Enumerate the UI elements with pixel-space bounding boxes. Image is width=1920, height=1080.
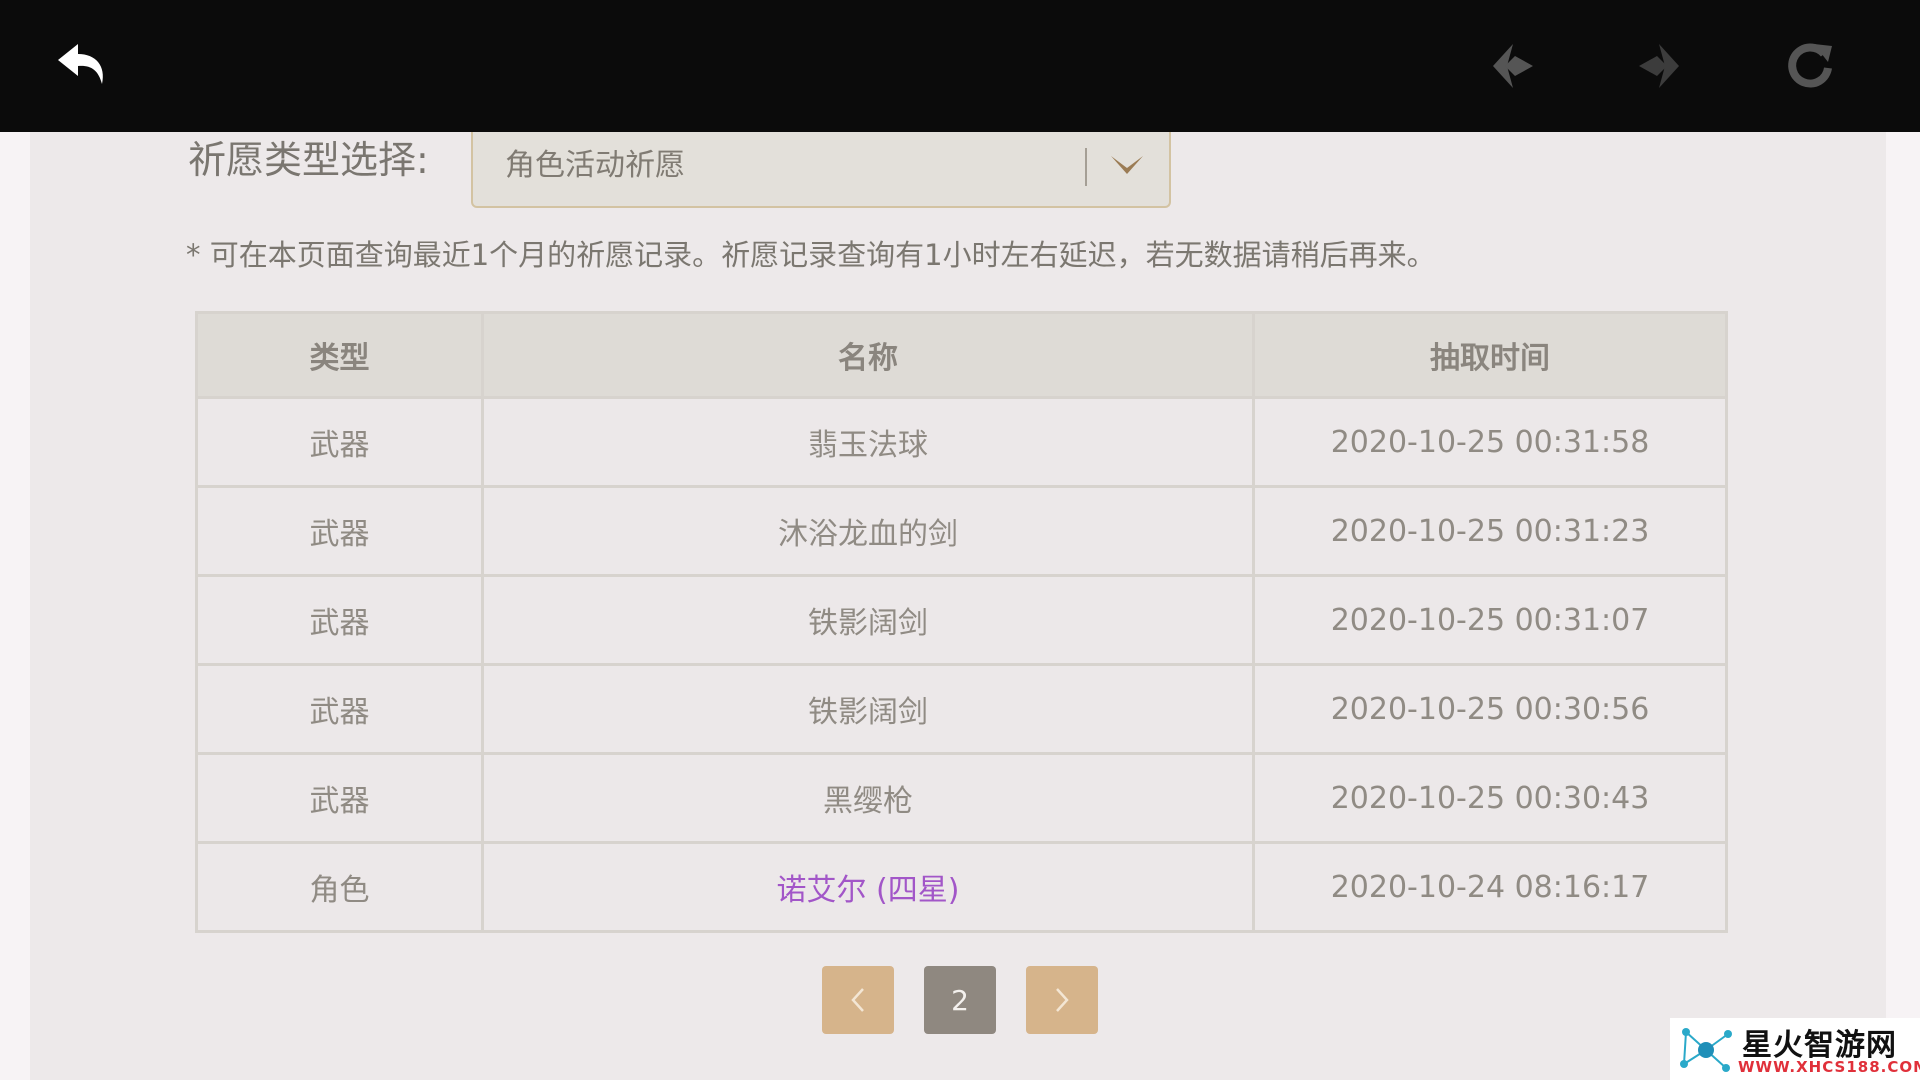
table-row: 武器 黑缨枪 2020-10-25 00:30:43 [195, 752, 1728, 844]
wish-type-selected-value: 角色活动祈愿 [505, 148, 685, 183]
watermark-url: WWW.XHCS188.COM [1738, 1058, 1920, 1076]
wish-type-select[interactable]: 角色活动祈愿 [471, 128, 1171, 208]
table-row: 武器 沐浴龙血的剑 2020-10-25 00:31:23 [195, 485, 1728, 577]
cell-time: 2020-10-25 00:30:43 [1252, 752, 1728, 844]
cell-time: 2020-10-25 00:31:23 [1252, 485, 1728, 577]
back-arrow-icon [58, 44, 103, 84]
wish-history-table: 类型 名称 抽取时间 武器 翡玉法球 2020-10-25 00:31:58 武… [195, 311, 1728, 933]
table-row: 武器 翡玉法球 2020-10-25 00:31:58 [195, 396, 1728, 488]
current-page-indicator: 2 [924, 966, 996, 1034]
cell-type: 武器 [195, 752, 484, 844]
cell-time: 2020-10-25 00:31:07 [1252, 574, 1728, 666]
header-type: 类型 [195, 311, 484, 399]
cell-name: 铁影阔剑 [481, 663, 1255, 755]
cell-type: 武器 [195, 485, 484, 577]
header-name: 名称 [481, 311, 1255, 399]
chevron-down-icon [1111, 156, 1143, 174]
header-time: 抽取时间 [1252, 311, 1728, 399]
table-row: 角色 诺艾尔 (四星) 2020-10-24 08:16:17 [195, 841, 1728, 933]
nav-back-icon [1493, 44, 1533, 88]
nav-forward-icon [1639, 44, 1679, 88]
chevron-left-icon [851, 988, 864, 1012]
top-bar [0, 0, 1920, 132]
table-header-row: 类型 名称 抽取时间 [195, 311, 1728, 399]
cell-time: 2020-10-24 08:16:17 [1252, 841, 1728, 933]
cell-type: 武器 [195, 396, 484, 488]
cell-type: 武器 [195, 574, 484, 666]
cell-name: 沐浴龙血的剑 [481, 485, 1255, 577]
site-watermark: 星火智游网 WWW.XHCS188.COM [1670, 1018, 1920, 1080]
select-divider [1085, 148, 1087, 186]
cell-name-four-star: 诺艾尔 (四星) [481, 841, 1255, 933]
prev-page-button[interactable] [822, 966, 894, 1034]
table-row: 武器 铁影阔剑 2020-10-25 00:31:07 [195, 574, 1728, 666]
cell-name: 黑缨枪 [481, 752, 1255, 844]
nav-back-button[interactable] [1458, 0, 1568, 132]
refresh-button[interactable] [1755, 0, 1865, 132]
cell-name: 翡玉法球 [481, 396, 1255, 488]
back-button[interactable] [28, 0, 138, 132]
refresh-icon [1788, 43, 1832, 88]
next-page-button[interactable] [1026, 966, 1098, 1034]
notice-text: * 可在本页面查询最近1个月的祈愿记录。祈愿记录查询有1小时左右延迟，若无数据请… [186, 238, 1436, 272]
cell-type: 角色 [195, 841, 484, 933]
cell-time: 2020-10-25 00:30:56 [1252, 663, 1728, 755]
wish-type-label: 祈愿类型选择: [188, 138, 429, 182]
cell-name: 铁影阔剑 [481, 574, 1255, 666]
chevron-right-icon [1056, 988, 1069, 1012]
cell-type: 武器 [195, 663, 484, 755]
cell-time: 2020-10-25 00:31:58 [1252, 396, 1728, 488]
table-row: 武器 铁影阔剑 2020-10-25 00:30:56 [195, 663, 1728, 755]
nav-forward-button[interactable] [1604, 0, 1714, 132]
network-logo-icon [1680, 1028, 1732, 1072]
